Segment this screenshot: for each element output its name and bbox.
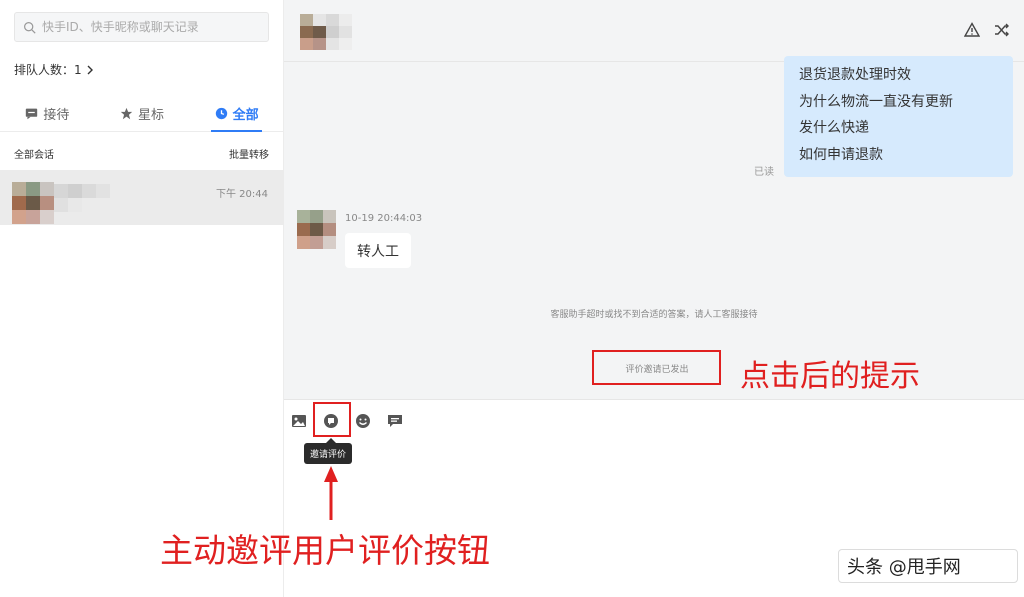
conversation-tabs: 接待 星标 全部	[0, 96, 284, 132]
conversation-item[interactable]: 下午 20:44	[0, 170, 284, 225]
tab-label: 全部	[232, 108, 259, 123]
header-actions	[964, 22, 1010, 38]
conversation-name	[54, 184, 110, 212]
tab-reception[interactable]: 接待	[0, 96, 95, 131]
system-message: 客服助手超时或找不到合适的答案，请人工客服接待	[550, 310, 758, 320]
emoji-button[interactable]	[354, 412, 372, 430]
queue-count[interactable]: 排队人数：1	[14, 61, 94, 78]
chevron-right-icon	[87, 65, 93, 74]
image-icon	[292, 415, 306, 427]
invite-rating-tooltip: 邀请评价	[304, 438, 353, 464]
image-button[interactable]	[290, 412, 308, 430]
sidebar: 排队人数：1 接待 星标 全部 全部会话 批量转移 下午 20:44	[0, 0, 284, 597]
conversation-time: 下午 20:44	[216, 189, 268, 200]
warning-icon[interactable]	[964, 22, 980, 38]
avatar	[12, 182, 54, 224]
tab-starred[interactable]: 星标	[95, 96, 190, 131]
hint-highlight-box	[592, 350, 721, 385]
message-time: 10-19 20:44:03	[345, 213, 423, 224]
button-annotation: 主动邀评用户评价按钮	[160, 531, 490, 570]
faq-item[interactable]: 发什么快递	[799, 115, 1013, 142]
hint-annotation: 点击后的提示	[740, 359, 920, 394]
user-avatar	[297, 210, 336, 249]
button-highlight-box	[313, 402, 351, 437]
faq-item[interactable]: 如何申请退款	[799, 142, 1013, 169]
tab-label: 接待	[43, 108, 70, 123]
tab-label: 星标	[138, 108, 165, 123]
search-icon	[24, 21, 36, 34]
queue-label: 排队人数：1	[14, 63, 82, 77]
read-status: 已读	[754, 167, 774, 178]
chat-icon	[26, 108, 38, 120]
tab-all[interactable]: 全部	[189, 96, 284, 132]
star-icon	[120, 107, 133, 120]
emoji-icon	[356, 414, 370, 428]
watermark: 头条 @甩手网	[838, 549, 1018, 583]
search-input[interactable]	[42, 20, 262, 34]
contact-avatar	[300, 14, 352, 50]
batch-transfer-button[interactable]: 批量转移	[229, 146, 269, 161]
red-arrow-icon	[324, 466, 338, 520]
list-title: 全部会话	[14, 150, 54, 161]
faq-item[interactable]: 退货退款处理时效	[799, 62, 1013, 89]
chat-header	[284, 0, 1024, 62]
search-box[interactable]	[14, 12, 269, 42]
quick-reply-button[interactable]	[386, 412, 404, 430]
watermark-text: 头条 @甩手网	[847, 557, 961, 578]
clock-icon	[215, 107, 227, 120]
list-header: 全部会话 批量转移	[14, 146, 269, 161]
faq-item[interactable]: 为什么物流一直没有更新	[799, 89, 1013, 116]
user-message: 转人工	[345, 233, 411, 268]
quick-reply-icon	[388, 415, 402, 427]
shuffle-icon[interactable]	[994, 22, 1010, 38]
faq-bubble: 退货退款处理时效 为什么物流一直没有更新 发什么快递 如何申请退款	[784, 56, 1013, 177]
chat-panel: 退货退款处理时效 为什么物流一直没有更新 发什么快递 如何申请退款 已读 10-…	[284, 0, 1024, 597]
